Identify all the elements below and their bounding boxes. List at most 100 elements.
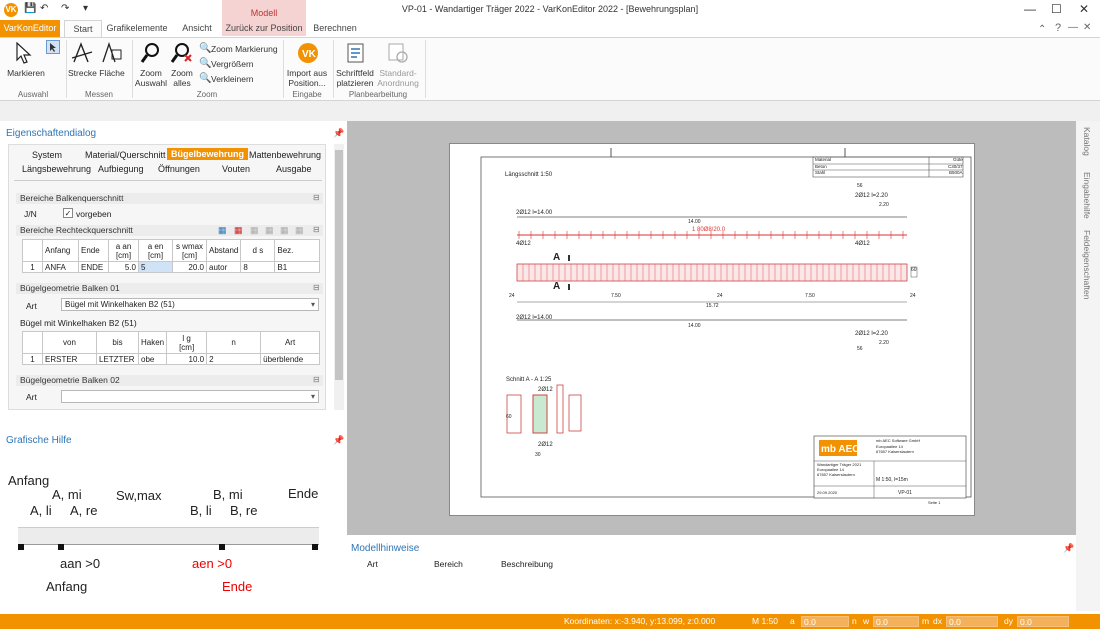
schriftfeld-platzieren-button[interactable]: Schriftfeld platzieren xyxy=(334,68,376,88)
properties-body xyxy=(8,144,326,410)
pin-icon[interactable]: 📌 xyxy=(1063,543,1074,554)
side-tab-katalog[interactable]: Katalog xyxy=(1082,127,1092,156)
status-w-field[interactable]: 0.0 xyxy=(873,616,919,627)
status-dy-field[interactable]: 0.0 xyxy=(1017,616,1069,627)
tab-berechnen[interactable]: Berechnen xyxy=(312,20,358,37)
tab-buegelbewehrung[interactable]: Bügelbewehrung xyxy=(167,148,249,160)
maximize-button[interactable]: ☐ xyxy=(1051,2,1062,16)
tab-ausgabe[interactable]: Ausgabe xyxy=(276,164,312,174)
tab-aufbiegung[interactable]: Aufbiegung xyxy=(98,164,144,174)
flaeche-button[interactable]: Fläche xyxy=(98,68,126,78)
modellhinweise-panel xyxy=(347,535,1076,614)
standard-anordnung-button: Standard- Anordnung xyxy=(376,68,420,88)
col-art[interactable]: Art xyxy=(367,559,378,569)
tab-ansicht[interactable]: Ansicht xyxy=(176,20,218,37)
table-move-up-icon[interactable]: ▦ xyxy=(280,225,289,236)
collapse-icon[interactable]: ⊟ xyxy=(313,193,320,202)
hilfe-aan: aan >0 xyxy=(60,556,101,571)
table-paste-icon[interactable]: ▦ xyxy=(265,225,274,236)
hilfe-swmax: Sw,max xyxy=(116,488,162,503)
collapse-icon[interactable]: ⊟ xyxy=(313,375,320,384)
group-auswahl: Auswahl xyxy=(17,90,49,99)
zoom-alles-button[interactable]: Zoom alles xyxy=(168,68,196,88)
ribbon-collapse-icon[interactable]: ⌃ xyxy=(1038,24,1046,35)
von-select[interactable]: ERSTER xyxy=(42,353,97,365)
ribbon-separator xyxy=(425,40,426,98)
import-label-2: Position... xyxy=(288,78,326,88)
lg-input[interactable]: 10.0 xyxy=(166,353,208,365)
stahl-value: B500A xyxy=(949,170,963,175)
help-icon[interactable]: ? xyxy=(1055,22,1061,34)
aen-input[interactable]: 5 xyxy=(138,261,173,273)
import-aus-position-button[interactable]: Import aus Position... xyxy=(284,68,330,88)
hilfe-anfang-2: Anfang xyxy=(46,579,88,594)
table-add-row-icon[interactable]: ▦ xyxy=(218,225,227,236)
tab-oeffnungen[interactable]: Öffnungen xyxy=(158,164,200,174)
tab-zurueck-zur-position[interactable]: Zurück zur Position xyxy=(222,20,306,37)
art2-select[interactable] xyxy=(61,390,319,403)
bar-2-length: 14.00 xyxy=(688,323,701,329)
ende-select[interactable]: ENDE xyxy=(78,261,109,273)
close-doc-icon[interactable]: ✕ xyxy=(1083,22,1091,33)
aan-input[interactable]: 5.0 xyxy=(108,261,139,273)
table-delete-row-icon[interactable]: ▦ xyxy=(234,225,243,236)
art-select[interactable]: Bügel mit Winkelhaken B2 (51) xyxy=(61,298,319,311)
tab-system[interactable]: System xyxy=(32,150,62,160)
section-buegelgeometrie-02: Bügelgeometrie Balken 02 xyxy=(16,375,323,386)
markieren-button[interactable]: Markieren xyxy=(2,68,50,78)
col-header-ds: d s xyxy=(240,239,276,262)
col-beschreibung[interactable]: Beschreibung xyxy=(501,559,553,569)
buegel-table: von bis Haken l g [cm] n Art 1 ERSTER LE… xyxy=(22,331,320,365)
tab-material-querschnitt[interactable]: Material/Querschnitt xyxy=(85,150,166,160)
close-button[interactable]: ✕ xyxy=(1079,2,1089,16)
select-mode-icon[interactable] xyxy=(46,40,60,56)
tab-start[interactable]: Start xyxy=(64,20,102,37)
swmax-input[interactable]: 20.0 xyxy=(172,261,207,273)
bis-select[interactable]: LETZTER xyxy=(96,353,139,365)
art-type-select[interactable]: überblende xyxy=(260,353,320,365)
tab-varkoneditor[interactable]: VarKonEditor xyxy=(0,20,60,37)
tab-mattenbewehrung[interactable]: Mattenbewehrung xyxy=(249,150,321,160)
haken-select[interactable]: obe xyxy=(137,353,168,365)
toolbar-strip xyxy=(0,101,1100,121)
table-move-down-icon[interactable]: ▦ xyxy=(295,225,304,236)
col-bereich[interactable]: Bereich xyxy=(434,559,463,569)
abstand-select[interactable]: autor xyxy=(205,261,242,273)
hilfe-ende-2: Ende xyxy=(222,579,253,594)
pin-icon[interactable]: 📌 xyxy=(333,435,344,446)
tab-vouten[interactable]: Vouten xyxy=(222,164,250,174)
side-tab-eingabehilfe[interactable]: Eingabehilfe xyxy=(1082,172,1092,219)
tab-grafikelemente[interactable]: Grafikelemente xyxy=(104,20,170,37)
zoom-markierung-button[interactable]: Zoom Markierung xyxy=(211,44,278,54)
minimize-doc-icon[interactable]: — xyxy=(1068,22,1078,33)
vergroessern-button[interactable]: Vergrößern xyxy=(211,59,254,69)
jn-label: J/N xyxy=(24,209,37,219)
import-position-icon: VK xyxy=(297,42,319,66)
cs-height: 60 xyxy=(506,414,512,420)
status-a-field[interactable]: 0.0 xyxy=(801,616,849,627)
verkleinern-button[interactable]: Verkleinern xyxy=(211,74,254,84)
table-copy-icon[interactable]: ▦ xyxy=(250,225,259,236)
scrollbar-thumb[interactable] xyxy=(335,150,343,380)
bereiche-table: Anfang Ende a an [cm] a en [cm] s wmax [… xyxy=(22,239,320,273)
status-dx-field[interactable]: 0.0 xyxy=(946,616,998,627)
minimize-button[interactable]: — xyxy=(1024,2,1036,16)
tab-laengsbewehrung[interactable]: Längsbewehrung xyxy=(22,164,91,174)
ds-select[interactable]: 8 xyxy=(240,261,276,273)
collapse-icon[interactable]: ⊟ xyxy=(313,225,320,234)
col-header-aen: a en [cm] xyxy=(138,239,173,262)
vorgeben-checkbox[interactable]: ✓ xyxy=(63,208,73,218)
collapse-icon[interactable]: ⊟ xyxy=(313,283,320,292)
anfang-select[interactable]: ANFA xyxy=(42,261,79,273)
strecke-button[interactable]: Strecke xyxy=(68,68,97,78)
col-header-n: n xyxy=(206,331,262,354)
zoom-auswahl-button[interactable]: Zoom Auswahl xyxy=(134,68,168,88)
tb-project: Wandartiger Träger 2021 Europaallee 14 6… xyxy=(817,462,862,477)
n-select[interactable]: 2 xyxy=(206,353,262,365)
bar-1-length: 14.00 xyxy=(688,219,701,225)
side-tab-feldeigenschaften[interactable]: Feldeigenschaften xyxy=(1082,230,1092,299)
bez-input[interactable]: B1 xyxy=(274,261,320,273)
hilfe-ende: Ende xyxy=(288,486,319,501)
pin-icon[interactable]: 📌 xyxy=(333,128,344,139)
svg-text:VK: VK xyxy=(302,49,317,60)
